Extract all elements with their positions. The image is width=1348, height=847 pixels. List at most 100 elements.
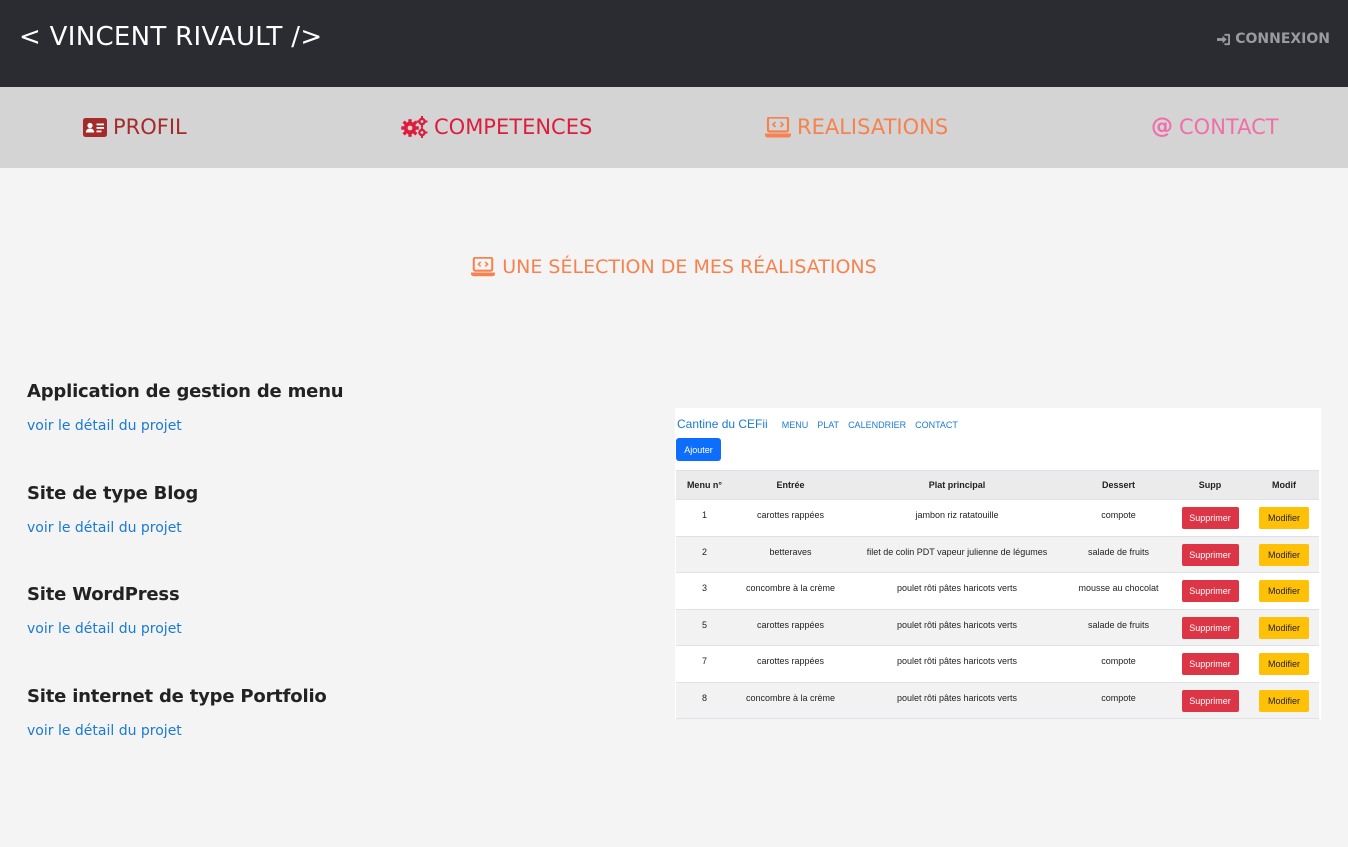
modif-cell: Modifier bbox=[1249, 572, 1319, 610]
edit-button: Modifier bbox=[1259, 616, 1309, 639]
supp-cell: Supprimer bbox=[1171, 536, 1249, 573]
nav-label-contact: CONTACT bbox=[1179, 115, 1279, 139]
login-button[interactable]: CONNEXION bbox=[1216, 31, 1330, 47]
column-header: Entrée bbox=[733, 470, 848, 500]
screenshot-brand: Cantine du CEFii bbox=[677, 417, 768, 431]
screenshot-nav-link: PLAT bbox=[817, 420, 840, 430]
project-title: Site internet de type Portfolio bbox=[27, 686, 327, 707]
project-item: Site WordPress voir le détail du projet bbox=[27, 584, 182, 637]
entree-cell: betteraves bbox=[733, 536, 848, 573]
modif-cell: Modifier bbox=[1249, 645, 1319, 683]
nav-item-contact[interactable]: @ CONTACT bbox=[1151, 115, 1279, 139]
table-header-row: Menu n° Entrée Plat principal Dessert Su… bbox=[676, 470, 1319, 500]
menu-number: 7 bbox=[676, 645, 733, 683]
laptop-code-icon bbox=[471, 257, 496, 277]
menu-number: 8 bbox=[676, 682, 733, 719]
project-item: Site de type Blog voir le détail du proj… bbox=[27, 483, 198, 536]
edit-button: Modifier bbox=[1259, 507, 1309, 529]
table-row: 8 concombre à la crème poulet rôti pâtes… bbox=[676, 682, 1319, 719]
plat-cell: poulet rôti pâtes haricots verts bbox=[848, 572, 1066, 610]
menu-table: Menu n° Entrée Plat principal Dessert Su… bbox=[676, 470, 1319, 719]
project-detail-link[interactable]: voir le détail du projet bbox=[27, 520, 198, 536]
plat-cell: poulet rôti pâtes haricots verts bbox=[848, 645, 1066, 683]
nav-label-realisations: REALISATIONS bbox=[797, 115, 949, 139]
dessert-cell: salade de fruits bbox=[1066, 609, 1171, 646]
modif-cell: Modifier bbox=[1249, 682, 1319, 719]
screenshot-nav-link: CONTACT bbox=[915, 420, 958, 430]
menu-number: 2 bbox=[676, 536, 733, 573]
modif-cell: Modifier bbox=[1249, 609, 1319, 646]
project-item: Application de gestion de menu voir le d… bbox=[27, 381, 344, 434]
nav-item-competences[interactable]: COMPETENCES bbox=[401, 115, 592, 139]
login-label: CONNEXION bbox=[1235, 31, 1330, 47]
cogs-icon bbox=[401, 116, 428, 138]
main-nav: PROFIL COMPETENCES REALISATIONS @ CONTAC… bbox=[0, 87, 1348, 168]
project-detail-link[interactable]: voir le détail du projet bbox=[27, 418, 343, 434]
edit-button: Modifier bbox=[1259, 580, 1309, 602]
column-header: Modif bbox=[1249, 470, 1319, 500]
project-detail-link[interactable]: voir le détail du projet bbox=[27, 723, 327, 739]
sign-in-icon bbox=[1217, 33, 1231, 45]
project-title: Site WordPress bbox=[27, 584, 180, 605]
supp-cell: Supprimer bbox=[1171, 572, 1249, 610]
edit-button: Modifier bbox=[1259, 689, 1309, 712]
nav-label-profil: PROFIL bbox=[113, 115, 187, 139]
column-header: Dessert bbox=[1066, 470, 1171, 500]
entree-cell: carottes rappées bbox=[733, 499, 848, 537]
modif-cell: Modifier bbox=[1249, 499, 1319, 537]
nav-item-realisations[interactable]: REALISATIONS bbox=[765, 115, 948, 139]
nav-label-competences: COMPETENCES bbox=[434, 115, 593, 139]
entree-cell: concombre à la crème bbox=[733, 572, 848, 610]
section-title: UNE SÉLECTION DE MES RÉALISATIONS bbox=[0, 256, 1348, 278]
plat-cell: poulet rôti pâtes haricots verts bbox=[848, 609, 1066, 646]
site-brand[interactable]: < VINCENT RIVAULT /> bbox=[19, 22, 322, 52]
laptop-code-icon bbox=[765, 116, 791, 137]
table-row: 2 betteraves filet de colin PDT vapeur j… bbox=[676, 536, 1319, 573]
table-row: 5 carottes rappées poulet rôti pâtes har… bbox=[676, 609, 1319, 646]
at-icon: @ bbox=[1151, 114, 1173, 139]
table-row: 3 concombre à la crème poulet rôti pâtes… bbox=[676, 572, 1319, 610]
delete-button: Supprimer bbox=[1181, 507, 1239, 529]
plat-cell: filet de colin PDT vapeur julienne de lé… bbox=[848, 536, 1066, 573]
dessert-cell: compote bbox=[1066, 682, 1171, 719]
supp-cell: Supprimer bbox=[1171, 645, 1249, 683]
screenshot-nav-link: CALENDRIER bbox=[848, 420, 907, 430]
table-row: 7 carottes rappées poulet rôti pâtes har… bbox=[676, 645, 1319, 683]
id-card-icon bbox=[83, 117, 107, 137]
project-title: Site de type Blog bbox=[27, 483, 199, 504]
nav-item-profil[interactable]: PROFIL bbox=[83, 115, 187, 139]
supp-cell: Supprimer bbox=[1171, 499, 1249, 537]
project-screenshot: Cantine du CEFii MENU PLAT CALENDRIER CO… bbox=[675, 408, 1321, 719]
column-header: Plat principal bbox=[848, 470, 1066, 500]
entree-cell: carottes rappées bbox=[733, 609, 848, 646]
project-item: Site internet de type Portfolio voir le … bbox=[27, 686, 327, 739]
delete-button: Supprimer bbox=[1181, 543, 1239, 566]
top-header: < VINCENT RIVAULT /> CONNEXION bbox=[0, 0, 1348, 87]
modif-cell: Modifier bbox=[1249, 536, 1319, 573]
plat-cell: jambon riz ratatouille bbox=[848, 499, 1066, 537]
edit-button: Modifier bbox=[1259, 543, 1309, 566]
entree-cell: concombre à la crème bbox=[733, 682, 848, 719]
delete-button: Supprimer bbox=[1181, 689, 1239, 712]
column-header: Supp bbox=[1171, 470, 1249, 500]
supp-cell: Supprimer bbox=[1171, 609, 1249, 646]
screenshot-navbar: Cantine du CEFii MENU PLAT CALENDRIER CO… bbox=[677, 417, 967, 431]
menu-number: 5 bbox=[676, 609, 733, 646]
project-detail-link[interactable]: voir le détail du projet bbox=[27, 621, 182, 637]
supp-cell: Supprimer bbox=[1171, 682, 1249, 719]
edit-button: Modifier bbox=[1259, 653, 1309, 675]
screenshot-nav-link: MENU bbox=[781, 420, 809, 430]
entree-cell: carottes rappées bbox=[733, 645, 848, 683]
menu-number: 1 bbox=[676, 499, 733, 537]
plat-cell: poulet rôti pâtes haricots verts bbox=[848, 682, 1066, 719]
dessert-cell: salade de fruits bbox=[1066, 536, 1171, 573]
project-title: Application de gestion de menu bbox=[27, 381, 344, 402]
delete-button: Supprimer bbox=[1181, 616, 1239, 639]
dessert-cell: compote bbox=[1066, 645, 1171, 683]
delete-button: Supprimer bbox=[1181, 580, 1239, 602]
dessert-cell: compote bbox=[1066, 499, 1171, 537]
dessert-cell: mousse au chocolat bbox=[1066, 572, 1171, 610]
screenshot-add-button: Ajouter bbox=[676, 438, 721, 461]
section-title-text: UNE SÉLECTION DE MES RÉALISATIONS bbox=[502, 256, 877, 278]
table-row: 1 carottes rappées jambon riz ratatouill… bbox=[676, 499, 1319, 537]
